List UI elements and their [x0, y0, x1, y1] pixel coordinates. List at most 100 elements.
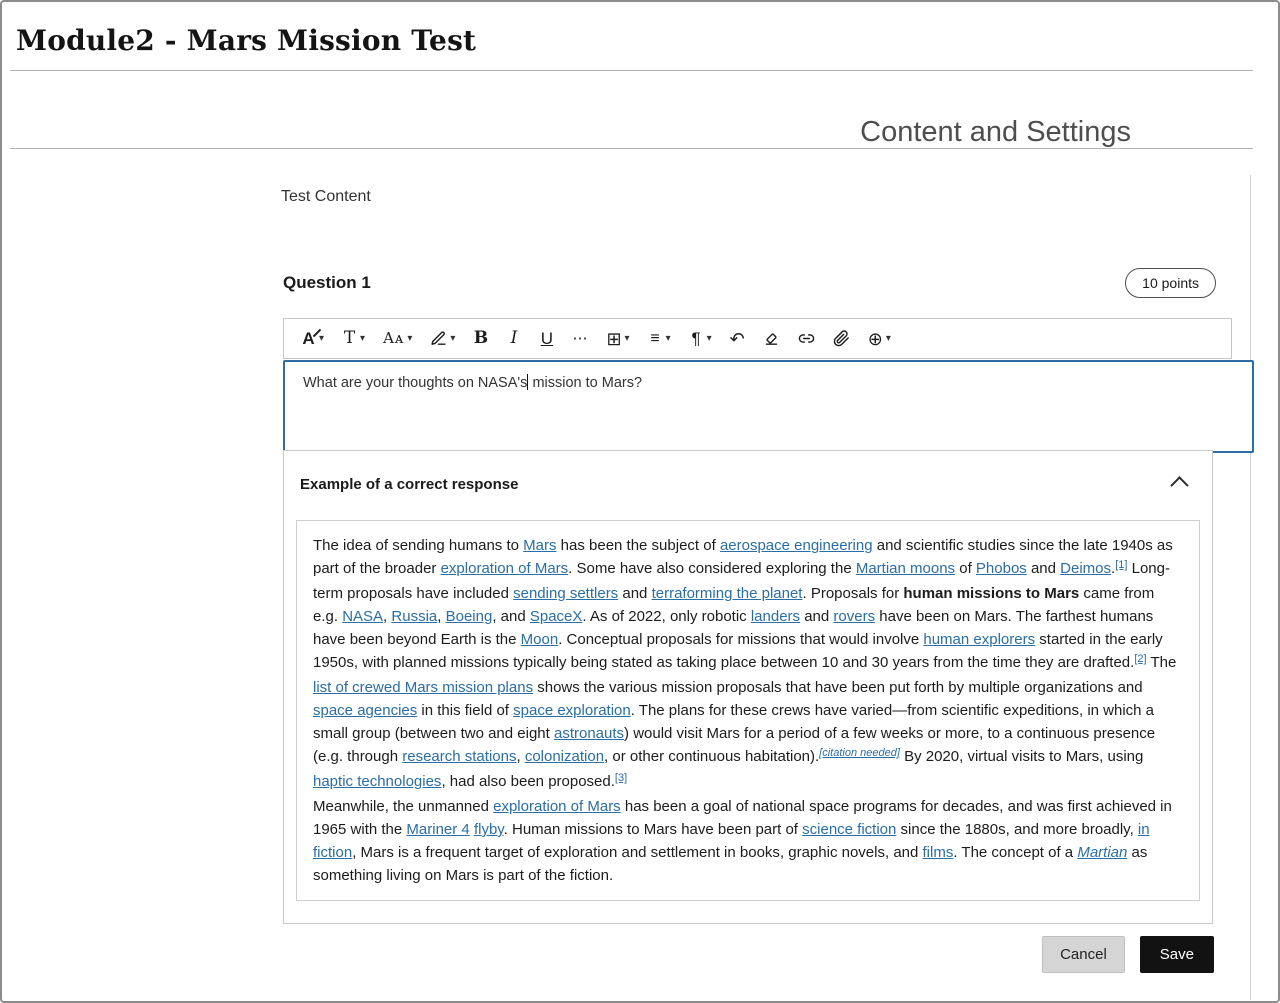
inline-link[interactable]: human explorers — [923, 631, 1035, 648]
inline-link[interactable]: haptic technologies — [313, 773, 441, 790]
cancel-button[interactable]: Cancel — [1042, 936, 1125, 973]
question-prompt-text-after: mission to Mars? — [528, 375, 642, 391]
inline-link[interactable]: Russia — [391, 608, 437, 625]
dropdown-caret-icon: ▾ — [407, 334, 412, 344]
inline-link[interactable]: Deimos — [1060, 560, 1111, 577]
body-text: , and — [492, 608, 530, 625]
example-response-header: Example of a correct response — [284, 451, 1212, 496]
inline-link[interactable]: astronauts — [554, 725, 624, 742]
inline-link[interactable]: research stations — [402, 748, 516, 765]
inline-link[interactable]: exploration of Mars — [441, 560, 569, 577]
toolbar-bold-button[interactable]: B — [468, 326, 493, 352]
toolbar-underline-button[interactable]: U — [534, 326, 559, 352]
reference-link[interactable]: [citation needed] — [819, 747, 900, 759]
more-formatting-icon: ⋯ — [572, 330, 588, 348]
inline-link[interactable]: rovers — [833, 608, 875, 625]
inline-link[interactable]: Boeing — [446, 608, 493, 625]
inline-link[interactable]: Mars — [523, 537, 556, 554]
inline-link[interactable]: science fiction — [802, 821, 896, 838]
inline-link[interactable]: Phobos — [976, 560, 1027, 577]
inline-link[interactable]: space exploration — [513, 702, 631, 719]
question-prompt-text: What are your thoughts on NASA's — [303, 375, 527, 391]
body-text: . Proposals for — [802, 585, 903, 602]
toolbar-undo-button[interactable]: ↶ — [725, 326, 750, 352]
inline-link[interactable]: Moon — [521, 631, 559, 648]
dropdown-caret-icon: ▾ — [319, 334, 324, 344]
scrollbar-track[interactable] — [1250, 175, 1251, 1000]
toolbar-align-button[interactable]: ≡▾ — [643, 326, 676, 352]
question-title: Question 1 — [283, 273, 371, 293]
toolbar-font-size-button[interactable]: Aᴀ▾ — [378, 326, 417, 352]
body-text: By 2020, virtual visits to Mars, using — [900, 748, 1143, 765]
chevron-up-icon — [1170, 476, 1188, 494]
body-text: and — [800, 608, 833, 625]
dropdown-caret-icon: ▾ — [707, 334, 712, 344]
inline-link[interactable]: landers — [751, 608, 800, 625]
toolbar-clear-formatting-button[interactable] — [758, 326, 785, 351]
section-divider — [10, 148, 1253, 149]
body-text: , had also been proposed. — [441, 773, 614, 790]
body-text: Meanwhile, the unmanned — [313, 798, 493, 815]
toolbar-table-button[interactable]: ⊞▾ — [601, 326, 634, 352]
reference-link[interactable]: [1] — [1115, 559, 1127, 571]
header-divider — [10, 70, 1253, 71]
example-response-text[interactable]: The idea of sending humans to Mars has b… — [296, 520, 1200, 901]
footer-actions: Cancel Save — [1042, 936, 1214, 973]
inline-link[interactable]: sending settlers — [513, 585, 618, 602]
toolbar-attachment-button[interactable] — [828, 326, 855, 351]
rich-text-toolbar: A▾T▾Aᴀ▾▾BIU⋯⊞▾≡▾¶▾↶⊕▾ — [283, 318, 1232, 359]
clear-formatting-icon — [763, 330, 780, 347]
dropdown-caret-icon: ▾ — [360, 334, 365, 344]
table-icon: ⊞ — [606, 330, 621, 348]
body-text: , or other continuous habitation). — [604, 748, 819, 765]
inline-link[interactable]: aerospace engineering — [720, 537, 873, 554]
text-color-icon: A — [301, 330, 316, 348]
points-badge[interactable]: 10 points — [1125, 268, 1216, 298]
undo-icon: ↶ — [730, 330, 745, 348]
body-text: . Conceptual proposals for missions that… — [558, 631, 923, 648]
toolbar-text-color-button[interactable]: A▾ — [296, 326, 329, 352]
inline-link[interactable]: Mariner 4 — [406, 821, 469, 838]
inline-link[interactable]: space agencies — [313, 702, 417, 719]
body-text: . Some have also considered exploring th… — [568, 560, 856, 577]
example-paragraph: The idea of sending humans to Mars has b… — [313, 534, 1183, 795]
page-title: Module2 - Mars Mission Test — [16, 24, 476, 57]
toolbar-highlight-button[interactable]: ▾ — [425, 326, 460, 351]
toolbar-insert-content-button[interactable]: ⊕▾ — [863, 326, 896, 352]
inline-link[interactable]: colonization — [525, 748, 604, 765]
inline-link[interactable]: NASA — [342, 608, 383, 625]
example-paragraph: Meanwhile, the unmanned exploration of M… — [313, 795, 1183, 887]
inline-link[interactable]: flyby — [474, 821, 504, 838]
toolbar-paragraph-button[interactable]: ¶▾ — [684, 326, 717, 352]
reference-link[interactable]: [3] — [615, 772, 627, 784]
body-text: . The concept of a — [953, 844, 1077, 861]
save-button[interactable]: Save — [1140, 936, 1214, 973]
body-text: . Human missions to Mars have been part … — [504, 821, 802, 838]
inline-link[interactable]: terraforming the planet — [652, 585, 803, 602]
toolbar-link-button[interactable] — [793, 326, 820, 351]
body-text: . As of 2022, only robotic — [582, 608, 750, 625]
inline-link[interactable]: Martian moons — [856, 560, 955, 577]
inline-link[interactable]: films — [923, 844, 954, 861]
toolbar-font-family-button[interactable]: T▾ — [337, 326, 370, 352]
question-prompt-editor[interactable]: What are your thoughts on NASA's mission… — [283, 360, 1254, 453]
test-content-label: Test Content — [281, 188, 371, 206]
example-response-title: Example of a correct response — [300, 476, 518, 493]
toolbar-more-formatting-button[interactable]: ⋯ — [567, 326, 593, 352]
collapse-example-button[interactable] — [1169, 472, 1190, 496]
body-text: has been the subject of — [556, 537, 719, 554]
inline-link[interactable]: exploration of Mars — [493, 798, 621, 815]
attachment-icon — [833, 330, 850, 347]
body-text: of — [955, 560, 976, 577]
dropdown-caret-icon: ▾ — [886, 334, 891, 344]
highlight-icon — [430, 330, 447, 347]
inline-link[interactable]: SpaceX — [530, 608, 583, 625]
question-header-row: Question 1 10 points — [283, 268, 1216, 298]
body-text: The idea of sending humans to — [313, 537, 523, 554]
toolbar-italic-button[interactable]: I — [501, 326, 526, 352]
body-text: and — [1027, 560, 1060, 577]
reference-link[interactable]: [2] — [1134, 653, 1146, 665]
paragraph-icon: ¶ — [689, 330, 704, 348]
inline-link[interactable]: Martian — [1077, 844, 1127, 861]
inline-link[interactable]: list of crewed Mars mission plans — [313, 679, 533, 696]
